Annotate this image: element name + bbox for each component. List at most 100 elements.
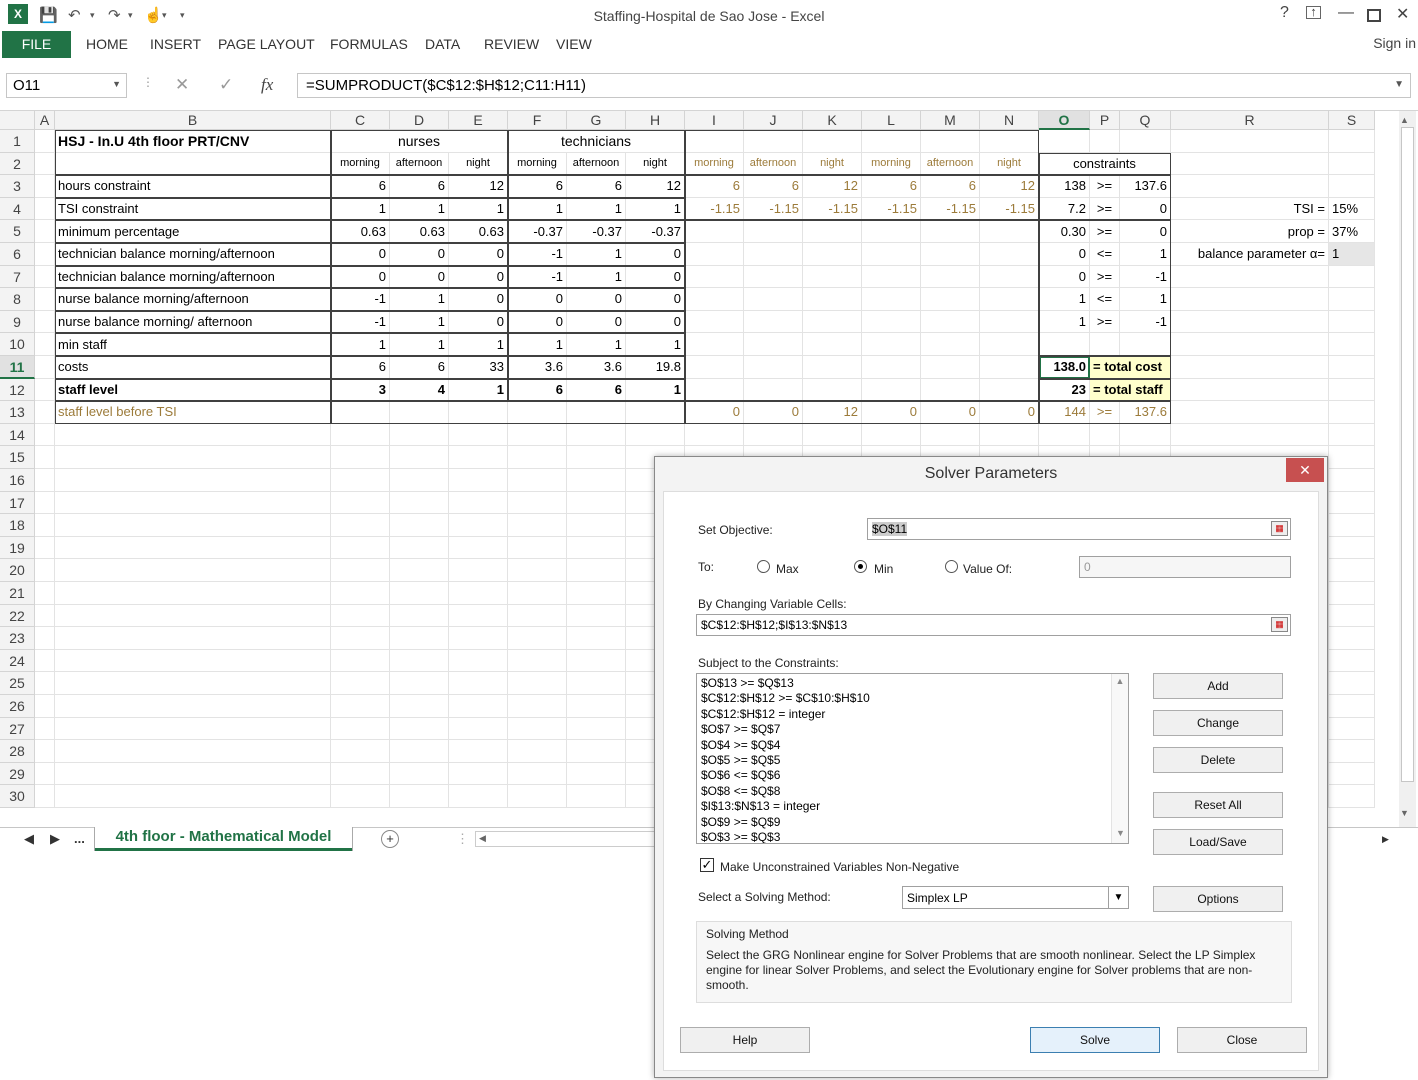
value-cell[interactable]: 1	[449, 197, 508, 221]
value-cell[interactable]: 1	[567, 197, 626, 221]
formula-input[interactable]: =SUMPRODUCT($C$12:$H$12;C11:H11) ▼	[297, 73, 1411, 98]
row-header-30[interactable]: 30	[0, 785, 35, 808]
cell[interactable]	[55, 469, 331, 492]
cell[interactable]	[35, 717, 55, 741]
constraint-relation[interactable]: <=	[1090, 243, 1120, 266]
cell[interactable]	[390, 536, 449, 560]
value-cell[interactable]: 1	[331, 197, 390, 221]
ext-cell[interactable]: 12	[803, 401, 862, 424]
value-cell[interactable]: -0.37	[567, 220, 626, 243]
ext-cell[interactable]	[862, 356, 921, 379]
row-header-28[interactable]: 28	[0, 740, 35, 763]
shift-label[interactable]: morning	[685, 152, 744, 176]
expand-formula-icon[interactable]: ▼	[1394, 79, 1404, 90]
cell[interactable]	[862, 423, 921, 447]
value-cell[interactable]: 1	[449, 378, 508, 402]
cell[interactable]	[1329, 446, 1375, 469]
cell[interactable]	[55, 582, 331, 605]
ext-cell[interactable]	[862, 288, 921, 311]
ext-cell[interactable]	[980, 333, 1039, 356]
name-box[interactable]: O11 ▼	[6, 73, 127, 98]
load-save-button[interactable]: Load/Save	[1153, 829, 1283, 855]
constraint-value[interactable]: 138	[1039, 175, 1090, 198]
ext-cell[interactable]	[744, 220, 803, 243]
more-sheets-button[interactable]: ...	[74, 831, 85, 846]
row-label[interactable]: min staff	[55, 333, 331, 356]
cell[interactable]	[1329, 695, 1375, 718]
value-cell[interactable]: 12	[449, 175, 508, 198]
ext-cell[interactable]	[685, 333, 744, 356]
value-cell[interactable]: -1	[331, 288, 390, 311]
constraint-item[interactable]: $O$8 <= $Q$8	[701, 784, 1124, 799]
row-header-5[interactable]: 5	[0, 220, 35, 243]
cell[interactable]	[1171, 310, 1329, 334]
cell[interactable]	[980, 130, 1039, 153]
cell[interactable]	[1329, 536, 1375, 560]
value-cell[interactable]	[449, 401, 508, 424]
ext-cell[interactable]	[921, 378, 980, 402]
constraint-item[interactable]: $O$5 >= $Q$5	[701, 753, 1124, 768]
value-cell[interactable]: -1	[508, 243, 567, 266]
value-cell[interactable]	[390, 401, 449, 424]
cell[interactable]	[331, 785, 390, 808]
cell[interactable]	[55, 627, 331, 650]
cell[interactable]	[390, 740, 449, 763]
constraint-value[interactable]: 138.0	[1039, 356, 1090, 379]
ext-cell[interactable]: -1.15	[803, 197, 862, 221]
cell[interactable]	[1329, 582, 1375, 605]
constraints-scrollbar[interactable]: ▲ ▼	[1111, 674, 1128, 843]
ext-cell[interactable]	[921, 220, 980, 243]
col-header-n[interactable]: N	[980, 111, 1039, 130]
ext-cell[interactable]: -1.15	[744, 197, 803, 221]
close-window-icon[interactable]: ✕	[1396, 4, 1409, 24]
cell[interactable]	[449, 514, 508, 537]
horizontal-scrollbar[interactable]: ◀	[475, 831, 655, 847]
row-header-8[interactable]: 8	[0, 288, 35, 311]
row-header-21[interactable]: 21	[0, 582, 35, 605]
value-cell[interactable]: 3.6	[508, 356, 567, 379]
cell[interactable]	[390, 582, 449, 605]
cell[interactable]	[449, 649, 508, 673]
scroll-down-icon[interactable]: ▼	[1400, 808, 1409, 818]
file-tab[interactable]: FILE	[2, 31, 71, 58]
cell[interactable]	[508, 717, 567, 741]
value-cell[interactable]: -1	[331, 310, 390, 334]
cell[interactable]	[35, 469, 55, 492]
cell[interactable]	[55, 604, 331, 628]
ext-cell[interactable]	[862, 265, 921, 289]
constraint-rhs[interactable]: 1	[1120, 288, 1171, 311]
row-header-26[interactable]: 26	[0, 695, 35, 718]
cell[interactable]	[449, 582, 508, 605]
cell[interactable]	[449, 536, 508, 560]
ext-cell[interactable]	[685, 378, 744, 402]
row-header-29[interactable]: 29	[0, 762, 35, 786]
cell[interactable]	[390, 649, 449, 673]
cell[interactable]	[1171, 130, 1329, 153]
col-header-b[interactable]: B	[55, 111, 331, 130]
constraint-rhs[interactable]: 1	[1120, 243, 1171, 266]
row-header-12[interactable]: 12	[0, 378, 35, 402]
constraint-value[interactable]: 7.2	[1039, 197, 1090, 221]
ext-cell[interactable]: 0	[685, 401, 744, 424]
cell[interactable]	[35, 423, 55, 447]
delete-button[interactable]: Delete	[1153, 747, 1283, 773]
constraint-value[interactable]: 144	[1039, 401, 1090, 424]
cell[interactable]	[1329, 762, 1375, 786]
col-header-j[interactable]: J	[744, 111, 803, 130]
ext-cell[interactable]	[744, 265, 803, 289]
cell[interactable]	[331, 536, 390, 560]
cell[interactable]	[1039, 130, 1090, 153]
ext-cell[interactable]	[980, 310, 1039, 334]
sheet-tab-active[interactable]: 4th floor - Mathematical Model	[95, 827, 352, 851]
ext-cell[interactable]	[862, 220, 921, 243]
row-label[interactable]: costs	[55, 356, 331, 379]
row-header-7[interactable]: 7	[0, 265, 35, 289]
ext-cell[interactable]	[685, 265, 744, 289]
min-radio[interactable]	[854, 560, 867, 573]
row-header-13[interactable]: 13	[0, 401, 35, 424]
changing-cells-ref-icon[interactable]: ▦	[1271, 617, 1288, 632]
constraint-item[interactable]: $O$7 >= $Q$7	[701, 722, 1124, 737]
cell[interactable]	[35, 672, 55, 695]
ext-cell[interactable]	[921, 333, 980, 356]
cell[interactable]	[449, 446, 508, 469]
